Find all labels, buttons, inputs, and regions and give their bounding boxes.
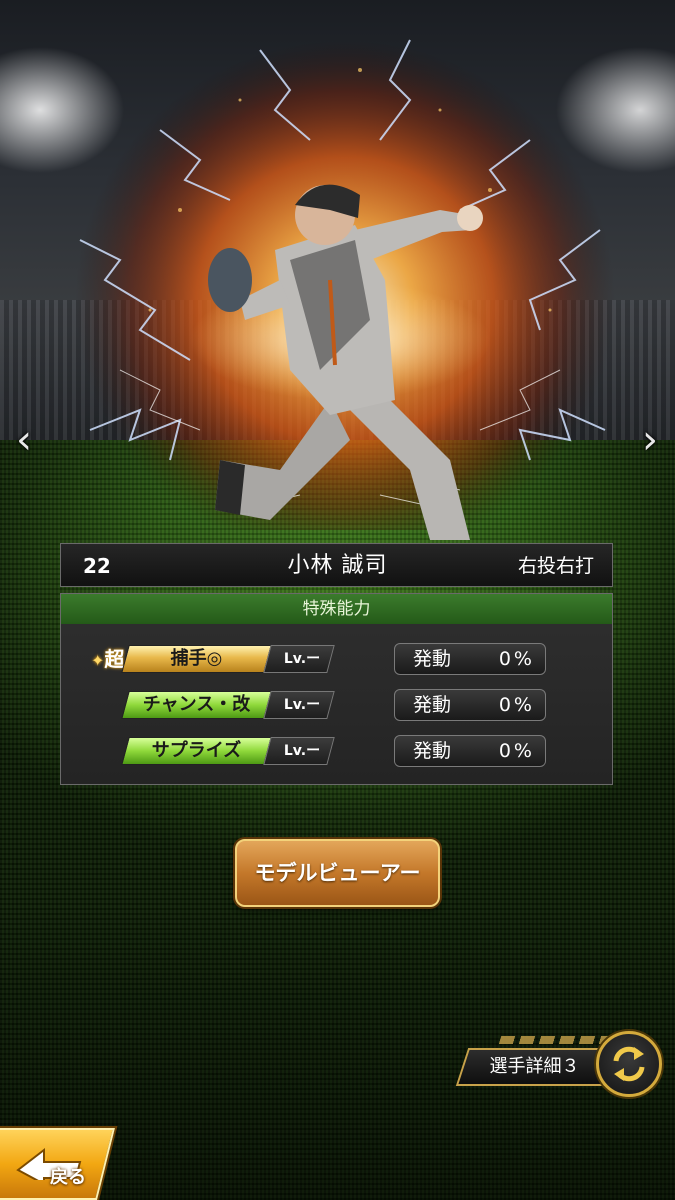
throwing-batting-hand: 右投右打 [517, 555, 594, 577]
sparkle-icon: ✦ [91, 651, 105, 670]
activation-rate: 0% [498, 740, 535, 762]
activation-rate-box: 発動 0% [394, 689, 546, 721]
cycle-arrows-icon[interactable] [596, 1031, 662, 1097]
ability-row[interactable]: ✦超 捕手◎ Lv.ー 発動 0% [61, 642, 614, 676]
ability-row[interactable]: サプライズ Lv.ー 発動 0% [61, 734, 614, 768]
back-label[interactable]: 戻る [50, 1163, 100, 1193]
activation-rate: 0% [498, 648, 535, 670]
ability-name: チャンス・改 [142, 694, 251, 715]
ability-name: 捕手◎ [170, 648, 223, 669]
player-name-bar: 22 小林 誠司 右投右打 [60, 543, 613, 587]
ability-name: サプライズ [151, 740, 242, 761]
super-badge: ✦超 [91, 644, 124, 674]
activation-label: 発動 [413, 648, 452, 670]
super-label: 超 [104, 647, 125, 671]
player-figure [208, 184, 483, 540]
activation-label: 発動 [413, 740, 452, 762]
detail-tab-decoration [498, 1036, 612, 1044]
model-viewer-button[interactable]: モデルビューアー [235, 839, 440, 907]
activation-label: 発動 [413, 694, 452, 716]
next-player-chevron-right-icon[interactable]: › [632, 415, 668, 465]
activation-rate-box: 発動 0% [394, 735, 546, 767]
player-detail-label[interactable]: 選手詳細３ [472, 1048, 597, 1086]
ability-level: Lv.ー [283, 743, 321, 759]
prev-player-chevron-left-icon[interactable]: ‹ [6, 415, 42, 465]
activation-rate-box: 発動 0% [394, 643, 546, 675]
ability-panel-header: 特殊能力 [61, 594, 612, 624]
activation-rate: 0% [498, 694, 535, 716]
special-ability-panel: 特殊能力 ✦超 捕手◎ Lv.ー 発動 0% チャンス・改 Lv.ー 発動 0%… [60, 593, 613, 785]
ability-row[interactable]: チャンス・改 Lv.ー 発動 0% [61, 688, 614, 722]
ability-level: Lv.ー [283, 697, 321, 713]
ability-level: Lv.ー [283, 651, 321, 667]
